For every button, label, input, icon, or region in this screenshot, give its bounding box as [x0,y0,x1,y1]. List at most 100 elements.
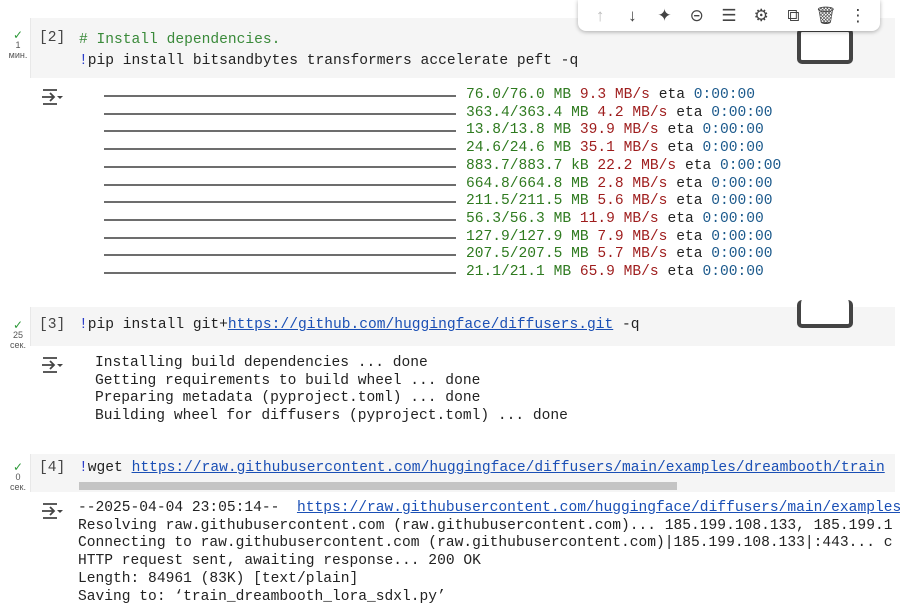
eta-label: eta [667,210,694,227]
execution-count[interactable]: [4] [39,460,65,476]
link-icon[interactable]: ⊝ [686,5,708,27]
progress-eta: 0:00:00 [711,175,773,192]
eta-label: eta [676,104,703,121]
progress-text: 76.0/76.0 MB 9.3 MB/s eta 0:00:00 [466,87,755,105]
progress-line: 664.8/664.8 MB 2.8 MB/s eta 0:00:00 [0,176,900,194]
progress-line: 24.6/24.6 MB 35.1 MB/s eta 0:00:00 [0,140,900,158]
eta-label: eta [658,87,685,103]
check-icon: ✓ [12,318,24,332]
code-url[interactable]: https://raw.githubusercontent.com/huggin… [132,460,885,476]
sparkle-icon[interactable]: ✦ [654,5,676,27]
progress-line: 363.4/363.4 MB 4.2 MB/s eta 0:00:00 [0,105,900,123]
progress-line: 127.9/127.9 MB 7.9 MB/s eta 0:00:00 [0,229,900,247]
progress-speed: 7.9 MB/s [597,228,668,245]
progress-eta: 0:00:00 [711,228,773,245]
arrow-up-icon[interactable]: ↑ [589,5,611,27]
eta-label: eta [684,157,712,174]
progress-line: 21.1/21.1 MB 65.9 MB/s eta 0:00:00 [0,264,900,282]
code-editor[interactable]: # Install dependencies. !pip install bit… [79,30,578,72]
progress-text: 56.3/56.3 MB 11.9 MB/s eta 0:00:00 [466,211,764,229]
output-link[interactable]: https://raw.githubusercontent.com/huggin… [297,500,900,516]
exec-time: 25 [12,330,23,340]
eta-label: eta [676,228,703,245]
horizontal-scrollbar[interactable] [79,482,677,490]
exec-time-unit: сек. [10,482,26,492]
cell-output: Installing build dependencies ... done Ge… [95,355,568,426]
progress-bar [104,272,456,274]
progress-speed: 2.8 MB/s [597,175,668,192]
progress-text: 21.1/21.1 MB 65.9 MB/s eta 0:00:00 [466,264,764,282]
progress-bar [104,130,456,133]
cell-status: ✓ 25 сек. [6,318,30,350]
progress-text: 207.5/207.5 MB 5.7 MB/s eta 0:00:00 [466,246,773,264]
progress-size: 13.8/13.8 MB [466,122,572,139]
progress-eta: 0:00:00 [711,193,773,210]
progress-speed: 9.3 MB/s [579,87,650,103]
output-line: HTTP request sent, awaiting response... … [78,553,481,570]
mirror-cell-icon[interactable]: ⧉ [782,5,804,27]
progress-eta: 0:00:00 [711,246,773,263]
code-editor[interactable]: !wget https://raw.githubusercontent.com/… [79,460,894,476]
progress-eta: 0:00:00 [702,140,764,157]
progress-speed: 65.9 MB/s [579,264,659,280]
code-text: pip install git+ [87,317,228,333]
keyboard-icon[interactable] [797,28,853,64]
trash-icon[interactable]: 🗑 [815,5,837,27]
execution-count[interactable]: [3] [39,317,65,333]
output-actions-icon[interactable] [40,502,64,520]
eta-label: eta [667,264,694,280]
progress-size: 24.6/24.6 MB [466,140,572,157]
eta-label: eta [676,193,703,210]
progress-bar [104,95,456,97]
cell-toolbar: ↑ ↓ ✦ ⊝ ☰ ⚙ ⧉ 🗑 ⋮ [578,0,880,31]
progress-text: 13.8/13.8 MB 39.9 MB/s eta 0:00:00 [466,122,764,140]
output-line: Getting requirements to build wheel ... … [95,372,481,389]
code-comment: # Install dependencies. [79,32,281,48]
more-vert-icon[interactable]: ⋮ [847,5,869,27]
progress-bar [104,218,456,221]
progress-bar [104,236,456,239]
progress-line: 207.5/207.5 MB 5.7 MB/s eta 0:00:00 [0,246,900,264]
gear-icon[interactable]: ⚙ [750,5,772,27]
code-editor[interactable]: !pip install git+https://github.com/hugg… [79,317,640,333]
bang: ! [79,460,88,476]
progress-line: 56.3/56.3 MB 11.9 MB/s eta 0:00:00 [0,211,900,229]
output-line: Installing build dependencies ... done [95,355,428,371]
eta-label: eta [676,246,703,263]
progress-eta: 0:00:00 [702,122,764,139]
progress-eta: 0:00:00 [702,210,764,227]
progress-line: 13.8/13.8 MB 39.9 MB/s eta 0:00:00 [0,122,900,140]
progress-speed: 5.7 MB/s [597,246,668,263]
progress-size: 664.8/664.8 MB [466,175,589,192]
progress-speed: 5.6 MB/s [597,193,668,210]
progress-eta: 0:00:00 [720,157,782,174]
exec-time-unit: сек. [10,340,26,350]
progress-line: 211.5/211.5 MB 5.6 MB/s eta 0:00:00 [0,193,900,211]
output-actions-icon[interactable] [40,356,64,374]
execution-count[interactable]: [2] [39,30,65,46]
code-url[interactable]: https://github.com/huggingface/diffusers… [228,317,613,333]
progress-bar [104,201,456,204]
exec-time: 0 [15,472,21,482]
code-text: pip install bitsandbytes transformers ac… [87,53,579,69]
progress-size: 883.7/883.7 kB [466,157,589,174]
comment-icon[interactable]: ☰ [718,5,740,27]
progress-bar [104,148,456,151]
progress-size: 21.1/21.1 MB [466,264,572,280]
progress-speed: 39.9 MB/s [579,122,659,139]
progress-bar [104,183,456,186]
eta-label: eta [667,140,694,157]
cell-status: ✓ 0 сек. [6,460,30,492]
exec-time: 1 [15,40,21,50]
progress-text: 363.4/363.4 MB 4.2 MB/s eta 0:00:00 [466,105,773,123]
cell-status: ✓ 1 мин. [6,29,30,60]
progress-line: 76.0/76.0 MB 9.3 MB/s eta 0:00:00 [0,87,900,105]
progress-text: 664.8/664.8 MB 2.8 MB/s eta 0:00:00 [466,176,773,194]
progress-eta: 0:00:00 [702,264,764,280]
progress-bar [104,165,456,168]
check-icon: ✓ [12,460,24,474]
progress-size: 127.9/127.9 MB [466,228,589,245]
arrow-down-icon[interactable]: ↓ [621,5,643,27]
output-line: Resolving raw.githubusercontent.com (raw… [78,517,893,534]
keyboard-icon[interactable] [797,300,853,328]
